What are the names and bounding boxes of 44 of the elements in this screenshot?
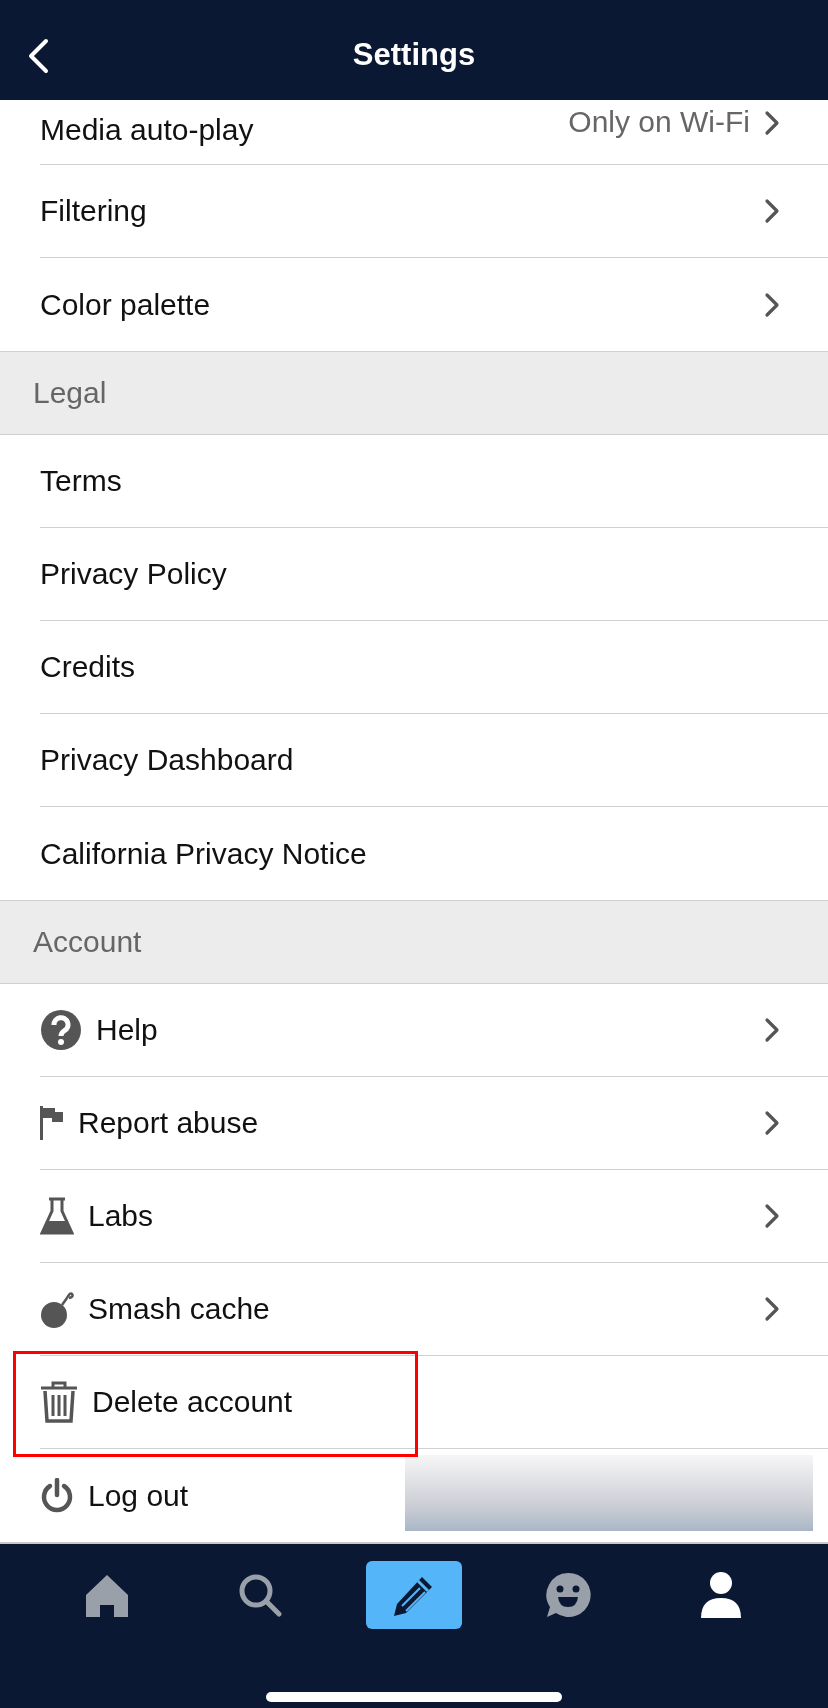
compose-button[interactable] [366,1561,462,1629]
row-label: California Privacy Notice [40,836,367,871]
row-label: Terms [40,464,122,498]
back-icon[interactable] [26,38,50,74]
person-icon[interactable] [701,1572,742,1618]
row-value: Only on Wi-Fi [568,104,750,140]
row-label: Privacy Policy [40,557,227,591]
settings-row[interactable]: Report abuse [40,1077,828,1170]
screen-title: Settings [352,36,476,73]
row-label: Smash cache [88,1292,270,1326]
power-icon [40,1477,74,1514]
section-title: Legal [33,376,107,410]
row-label: Log out [88,1478,189,1513]
home-icon[interactable] [84,1573,129,1617]
settings-row[interactable]: Credits [40,621,828,714]
settings-row[interactable]: Help [40,984,828,1077]
settings-row[interactable]: Terms [40,435,828,528]
settings-row[interactable]: Privacy Dashboard [40,714,828,807]
settings-row[interactable]: Color palette [40,258,828,351]
settings-row[interactable]: California Privacy Notice [40,807,828,900]
row-label: Color palette [40,287,211,322]
settings-row[interactable]: Filtering [40,165,828,258]
row-label: Filtering [40,194,147,228]
row-label: Help [96,1013,158,1047]
settings-row[interactable]: Media auto-play Only on Wi-Fi [40,100,828,165]
settings-row[interactable]: Labs [40,1170,828,1263]
row-label: Credits [40,650,136,684]
row-label: Labs [88,1199,154,1233]
bomb-icon [40,1289,74,1329]
flag-icon [40,1106,64,1140]
flask-icon [40,1197,74,1235]
settings-row[interactable]: Delete account [40,1356,828,1449]
trash-icon [40,1381,78,1423]
row-label: Report abuse [78,1106,259,1140]
row-label: Media auto-play [40,112,254,148]
smiley-chat-icon[interactable] [543,1571,592,1619]
row-label: Privacy Dashboard [40,743,294,777]
settings-row[interactable]: Privacy Policy [40,528,828,621]
settings-row[interactable]: Log out [40,1449,828,1542]
search-icon[interactable] [238,1573,283,1617]
question-icon [40,1009,82,1051]
row-label: Delete account [92,1385,293,1419]
settings-row[interactable]: Smash cache [40,1263,828,1356]
section-title: Account [33,925,142,959]
